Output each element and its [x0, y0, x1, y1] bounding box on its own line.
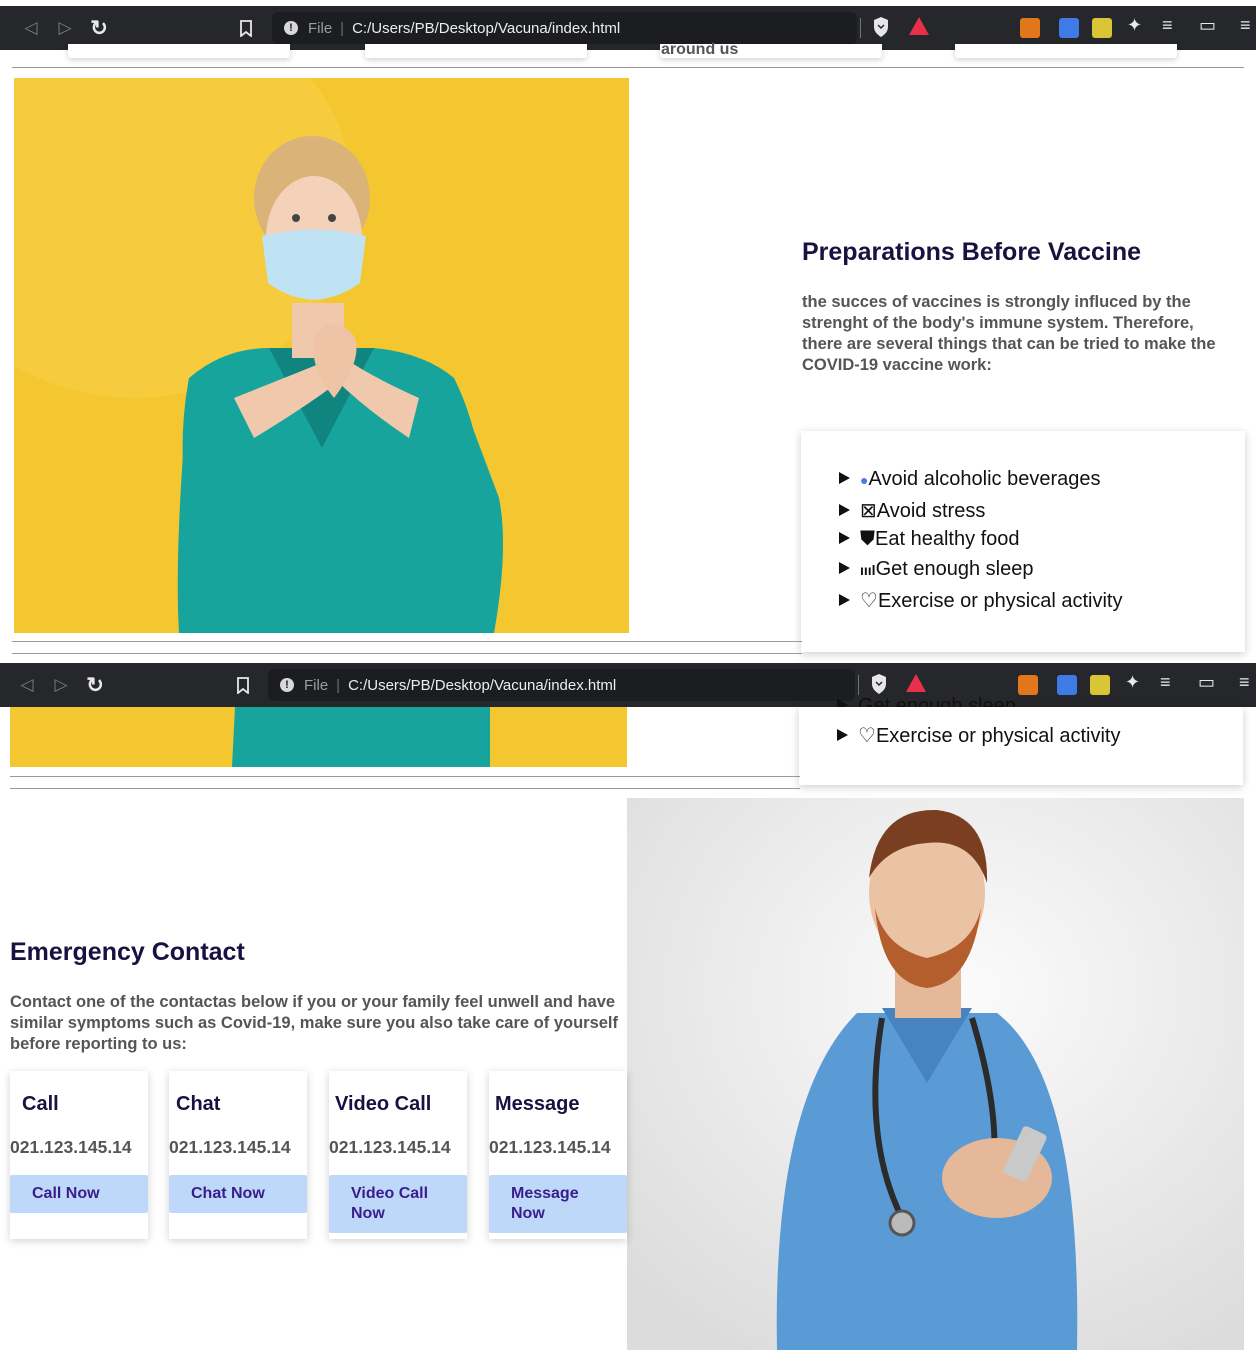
section-fragment-text: around us [661, 41, 739, 57]
contact-number: 021.123.145.14 [329, 1137, 451, 1157]
heart-outline-icon: ♡ [858, 725, 876, 747]
card-stub [365, 44, 587, 58]
menu-icon[interactable]: ≡ [1239, 672, 1250, 693]
bullet-arrow-icon [839, 503, 850, 516]
brave-shield-icon[interactable] [870, 673, 888, 695]
contact-number: 021.123.145.14 [489, 1137, 611, 1157]
tips-list-partial: Get enough sleep ♡Exercise or physical a… [799, 695, 1243, 785]
doctor-image [627, 798, 1244, 1350]
bullet-arrow-icon [839, 531, 850, 544]
section-description: Contact one of the contactas below if yo… [10, 993, 619, 1053]
metamask-icon[interactable] [1018, 675, 1038, 695]
nurse-image-partial [10, 707, 627, 767]
back-icon[interactable]: ◁ [10, 675, 44, 695]
boxed-x-icon: ⊠ [860, 500, 877, 522]
bullet-arrow-icon [839, 471, 850, 484]
back-icon[interactable]: ◁ [14, 18, 48, 38]
contact-card-title: Call [22, 1093, 59, 1115]
nav-buttons: ◁ ▷ ↻ [10, 663, 112, 707]
extension-green-icon[interactable] [1092, 18, 1112, 38]
list-item: ●Avoid alcoholic beverages [839, 468, 1100, 491]
contact-card-title: Chat [176, 1093, 221, 1115]
info-icon[interactable]: ! [284, 21, 298, 35]
bullet-arrow-icon [839, 593, 850, 606]
contact-number: 021.123.145.14 [10, 1137, 132, 1157]
browser-toolbar: ◁ ▷ ↻ ! File | C:/Users/PB/Desktop/Vacun… [0, 663, 1256, 707]
list-item: ♡Exercise or physical activity [837, 723, 1120, 748]
list-item: ⛊Eat healthy food [839, 528, 1020, 551]
brave-rewards-icon[interactable] [906, 674, 926, 692]
extension-icon[interactable] [1057, 675, 1077, 695]
bullet-arrow-icon [839, 561, 850, 574]
divider-line [10, 776, 800, 777]
heart-outline-icon: ♡ [860, 590, 878, 612]
menu-icon[interactable]: ≡ [1240, 15, 1251, 36]
forward-icon[interactable]: ▷ [48, 18, 82, 38]
contact-number: 021.123.145.14 [169, 1137, 291, 1157]
section-description: the succes of vaccines is strongly influ… [802, 293, 1216, 374]
brave-rewards-icon[interactable] [909, 17, 929, 35]
contact-card-message: Message 021.123.145.14 Message Now [489, 1071, 627, 1239]
list-item: ııılGet enough sleep [839, 558, 1033, 581]
forward-icon[interactable]: ▷ [44, 675, 78, 695]
call-now-button[interactable]: Call Now [10, 1175, 148, 1213]
contact-card-video-call: Video Call 021.123.145.14 Video Call Now [329, 1071, 467, 1239]
contact-card-chat: Chat 021.123.145.14 Chat Now [169, 1071, 307, 1239]
card-stub [955, 44, 1177, 58]
list-item: Get enough sleep [837, 695, 1016, 707]
bullet-arrow-icon [837, 728, 848, 741]
file-label: File [308, 19, 333, 37]
brave-shield-icon[interactable] [872, 16, 890, 38]
tips-list: ●Avoid alcoholic beverages ⊠Avoid stress… [801, 431, 1245, 652]
bookmark-icon[interactable] [231, 663, 255, 707]
list-item: ♡Exercise or physical activity [839, 588, 1122, 613]
message-now-button[interactable]: Message Now [489, 1175, 627, 1233]
url-text: C:/Users/PB/Desktop/Vacuna/index.html [348, 676, 617, 694]
section-title: Preparations Before Vaccine [802, 238, 1142, 266]
wallet-icon[interactable]: ▭ [1199, 15, 1216, 36]
section-title: Emergency Contact [10, 938, 245, 966]
divider-line [12, 67, 1244, 68]
address-bar[interactable]: ! File | C:/Users/PB/Desktop/Vacuna/inde… [268, 669, 855, 701]
divider-line [10, 788, 800, 789]
video-call-now-button[interactable]: Video Call Now [329, 1175, 467, 1233]
extension-icon[interactable] [1059, 18, 1079, 38]
shield-check-icon: ⛊ [860, 528, 875, 550]
playlist-icon[interactable]: ≡ [1162, 15, 1173, 36]
file-label: File [304, 676, 329, 694]
playlist-icon[interactable]: ≡ [1160, 672, 1171, 693]
nurse-image [14, 78, 629, 633]
info-icon[interactable]: ! [280, 678, 294, 692]
contact-card-title: Video Call [335, 1093, 432, 1115]
puzzle-icon[interactable]: ✦ [1125, 672, 1140, 693]
chat-now-button[interactable]: Chat Now [169, 1175, 307, 1213]
divider-line [12, 653, 802, 654]
list-item: ⊠Avoid stress [839, 498, 985, 523]
divider-line [12, 641, 802, 642]
card-stub [68, 44, 290, 58]
reload-icon[interactable]: ↻ [82, 16, 116, 41]
wallet-icon[interactable]: ▭ [1198, 672, 1215, 693]
puzzle-icon[interactable]: ✦ [1127, 15, 1142, 36]
contact-card-title: Message [495, 1093, 580, 1115]
reload-icon[interactable]: ↻ [78, 673, 112, 698]
metamask-icon[interactable] [1020, 18, 1040, 38]
extension-green-icon[interactable] [1090, 675, 1110, 695]
contact-card-call: Call 021.123.145.14 Call Now [10, 1071, 148, 1239]
signal-bars-icon: ıııl [860, 562, 876, 578]
url-text: C:/Users/PB/Desktop/Vacuna/index.html [352, 19, 621, 37]
address-bar[interactable]: ! File | C:/Users/PB/Desktop/Vacuna/inde… [272, 12, 857, 44]
